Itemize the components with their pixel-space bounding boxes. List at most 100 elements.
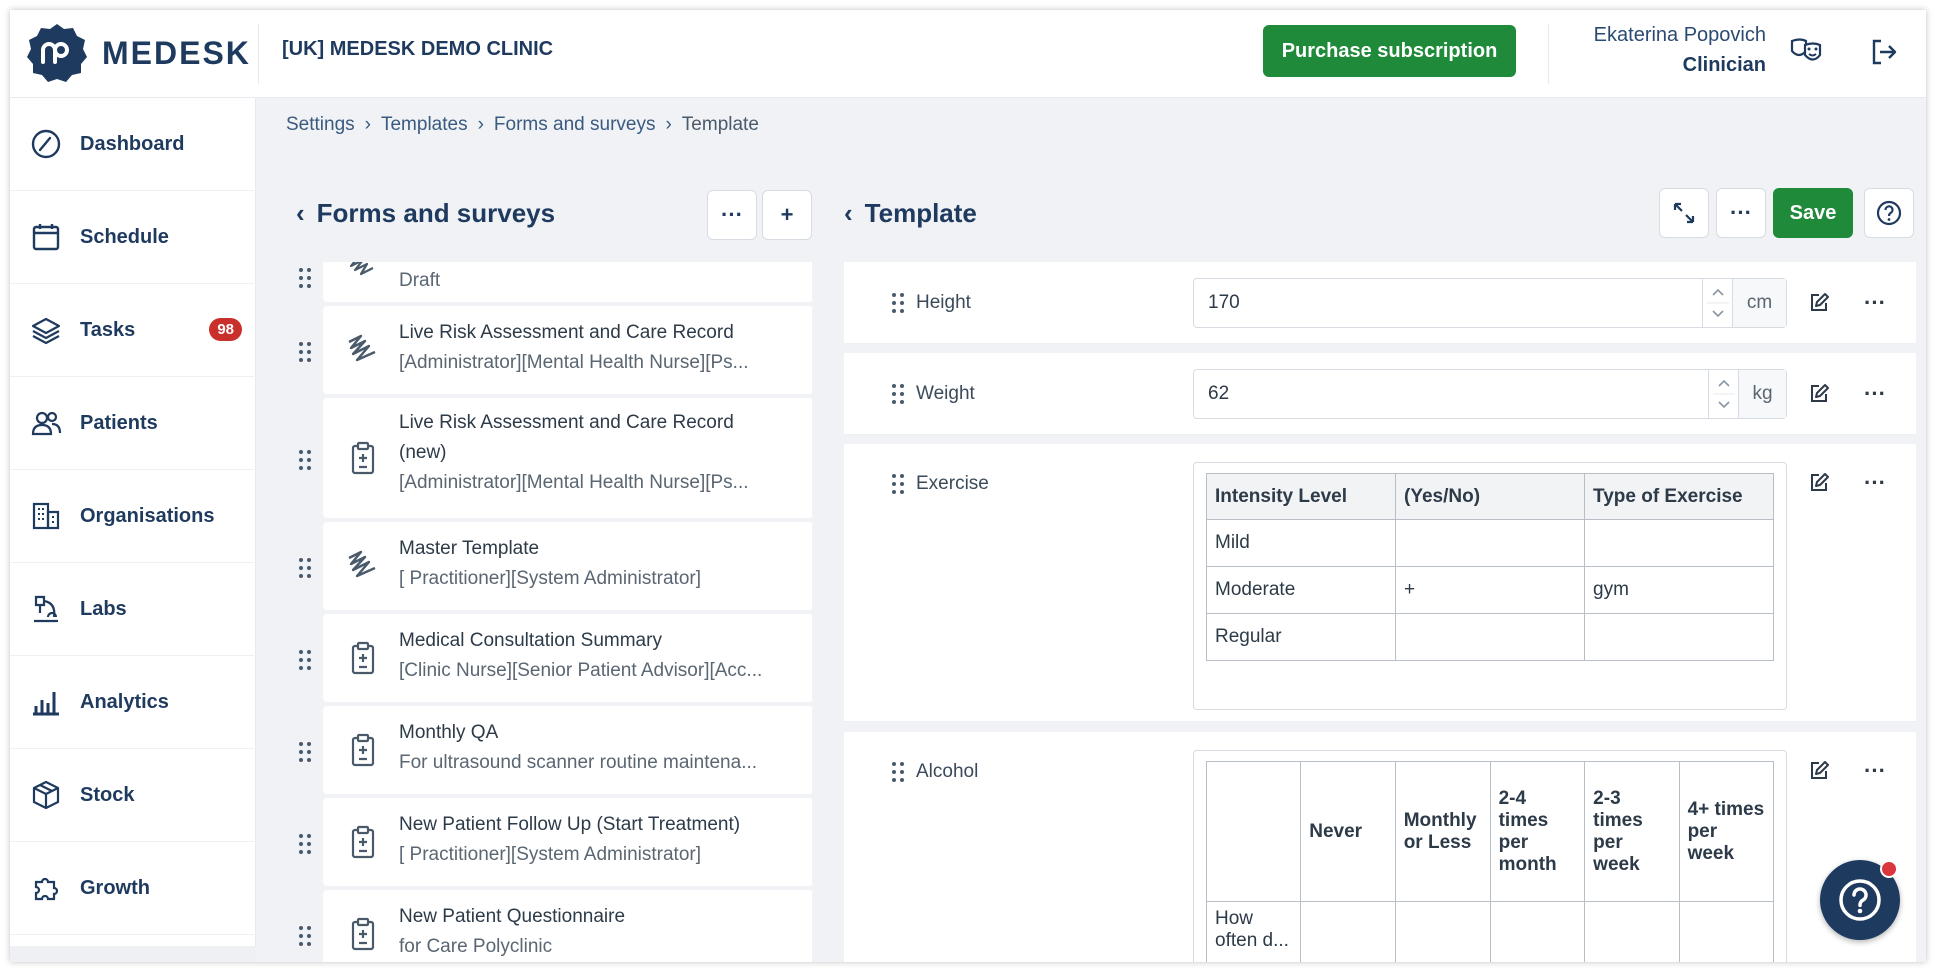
expand-button[interactable] [1659, 188, 1709, 238]
form-title: Monthly QA [399, 722, 499, 743]
table-cell[interactable] [1394, 901, 1491, 962]
drag-handle-icon[interactable] [889, 472, 907, 496]
table-cell[interactable] [1489, 901, 1586, 962]
table-cell[interactable]: Moderate [1206, 566, 1396, 614]
edit-icon[interactable] [1804, 379, 1834, 409]
chevron-left-icon[interactable]: ‹ [296, 198, 305, 229]
sidebar-item-patients[interactable]: Patients [10, 377, 256, 470]
add-form-button[interactable]: + [762, 190, 812, 240]
forms-more-button[interactable]: ··· [707, 190, 757, 240]
sidebar-item-organisations[interactable]: Organisations [10, 470, 256, 563]
breadcrumb-settings[interactable]: Settings [286, 114, 355, 136]
drag-handle-icon[interactable] [296, 266, 314, 290]
header-divider [1548, 24, 1549, 84]
weight-input[interactable]: 62 kg [1193, 369, 1787, 419]
table-cell[interactable] [1678, 901, 1775, 962]
form-card[interactable]: Monthly QA For ultrasound scanner routin… [323, 706, 812, 794]
sidebar-item-dashboard[interactable]: Dashboard [10, 98, 256, 191]
drag-handle-icon[interactable] [889, 291, 907, 315]
theatre-masks-icon[interactable] [1786, 32, 1826, 72]
table-cell[interactable] [1395, 613, 1585, 661]
users-icon [28, 405, 64, 441]
form-card[interactable]: Master Template [ Practitioner][System A… [323, 522, 812, 610]
more-icon[interactable]: ··· [1860, 756, 1890, 786]
logout-icon[interactable] [1864, 32, 1904, 72]
brand-logo[interactable]: MEDESK [26, 22, 251, 84]
edit-icon[interactable] [1804, 756, 1834, 786]
box-icon [28, 777, 64, 813]
sidebar-item-analytics[interactable]: Analytics [10, 656, 256, 749]
sidebar-item-label: Analytics [80, 690, 169, 713]
weight-stepper[interactable] [1708, 370, 1738, 418]
field-height: Height 170 cm ··· [844, 262, 1916, 344]
table-cell[interactable]: Regular [1206, 613, 1396, 661]
table-cell[interactable] [1584, 519, 1774, 567]
table-cell[interactable]: How often d... [1205, 901, 1302, 962]
forms-panel-header[interactable]: ‹ Forms and surveys [296, 198, 555, 229]
table-cell[interactable] [1395, 519, 1585, 567]
clinic-name[interactable]: [UK] MEDESK DEMO CLINIC [282, 38, 553, 61]
sidebar-item-stock[interactable]: Stock [10, 749, 256, 842]
sidebar-item-label: Growth [80, 876, 150, 899]
table-cell[interactable] [1300, 901, 1396, 962]
sidebar-item-tasks[interactable]: Tasks 98 [10, 284, 256, 377]
save-button[interactable]: Save [1773, 188, 1853, 238]
more-icon[interactable]: ··· [1860, 288, 1890, 318]
chevron-left-icon[interactable]: ‹ [844, 198, 853, 229]
sidebar-item-schedule[interactable]: Schedule [10, 191, 256, 284]
drag-handle-icon[interactable] [889, 382, 907, 406]
drag-handle-icon[interactable] [296, 448, 314, 472]
table-cell[interactable]: + [1395, 566, 1585, 614]
table-cell[interactable]: gym [1584, 566, 1774, 614]
table-header: Monthly or Less [1394, 761, 1491, 902]
question-circle-icon [1876, 200, 1902, 226]
purchase-subscription-button[interactable]: Purchase subscription [1263, 25, 1516, 77]
template-panel-header[interactable]: ‹ Template [844, 198, 977, 229]
sidebar-item-labs[interactable]: Labs [10, 563, 256, 656]
form-card[interactable]: New Patient Follow Up (Start Treatment) … [323, 798, 812, 886]
form-title-line2: (new) [399, 442, 447, 463]
template-more-button[interactable]: ··· [1716, 188, 1766, 238]
drag-handle-icon[interactable] [296, 648, 314, 672]
drag-handle-icon[interactable] [296, 832, 314, 856]
drag-handle-icon[interactable] [296, 740, 314, 764]
forms-panel-title: Forms and surveys [316, 198, 556, 228]
drag-handle-icon[interactable] [889, 760, 907, 784]
more-icon[interactable]: ··· [1860, 379, 1890, 409]
drag-handle-icon[interactable] [296, 924, 314, 948]
user-name[interactable]: Ekaterina Popovich [1594, 24, 1766, 47]
drag-handle-icon[interactable] [296, 340, 314, 364]
microscope-icon [28, 591, 64, 627]
exercise-table-editor[interactable]: Intensity Level (Yes/No) Type of Exercis… [1193, 462, 1787, 710]
breadcrumb-template: Template [681, 114, 759, 135]
form-card[interactable]: New Patient Questionnaire for Care Polyc… [323, 890, 812, 962]
more-icon[interactable]: ··· [1860, 468, 1890, 498]
form-card[interactable]: Live Risk Assessment and Care Record (ne… [323, 398, 812, 518]
form-card[interactable]: Draft [323, 262, 812, 302]
form-card[interactable]: Medical Consultation Summary [Clinic Nur… [323, 614, 812, 702]
height-stepper[interactable] [1702, 279, 1732, 327]
clipboard-icon [345, 824, 381, 860]
sidebar-item-label: Dashboard [80, 132, 185, 155]
breadcrumb-forms-and-surveys[interactable]: Forms and surveys [494, 114, 656, 136]
sidebar: Dashboard Schedule Tasks 98 Patients Org… [10, 98, 256, 962]
sidebar-item-partial[interactable] [10, 946, 256, 962]
scribble-icon [345, 332, 381, 368]
form-subtitle: Draft [399, 270, 441, 291]
height-input[interactable]: 170 cm [1193, 278, 1787, 328]
form-card[interactable]: Live Risk Assessment and Care Record [Ad… [323, 306, 812, 394]
edit-icon[interactable] [1804, 468, 1834, 498]
weight-value: 62 [1208, 383, 1230, 404]
table-cell[interactable] [1584, 901, 1680, 962]
edit-icon[interactable] [1804, 288, 1834, 318]
puzzle-icon [28, 870, 64, 906]
table-cell[interactable] [1584, 613, 1774, 661]
help-button[interactable] [1864, 188, 1914, 238]
drag-handle-icon[interactable] [296, 556, 314, 580]
table-cell[interactable]: Mild [1206, 519, 1396, 567]
sidebar-item-growth[interactable]: Growth [10, 842, 256, 935]
breadcrumb-templates[interactable]: Templates [381, 114, 468, 136]
alcohol-table-editor[interactable]: Never Monthly or Less 2-4 times per mont… [1193, 750, 1787, 962]
user-role[interactable]: Clinician [1683, 54, 1766, 77]
app-header: MEDESK [UK] MEDESK DEMO CLINIC Purchase … [10, 10, 1926, 98]
